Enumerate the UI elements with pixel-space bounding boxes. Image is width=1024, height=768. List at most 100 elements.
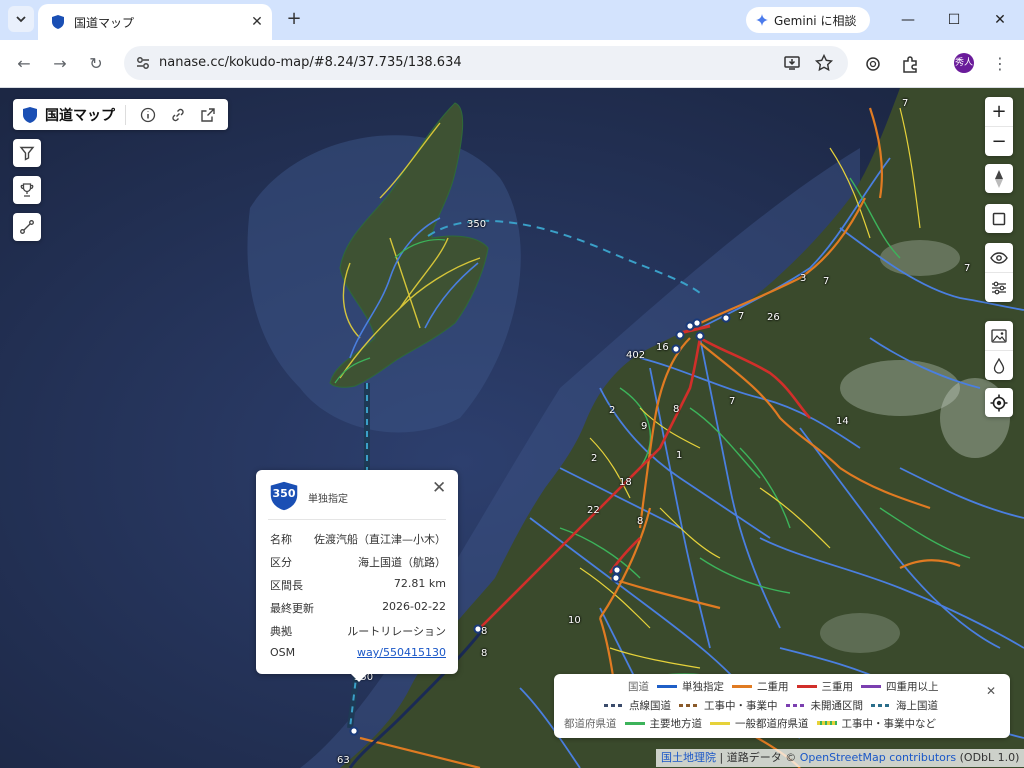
popup-divider bbox=[268, 519, 446, 520]
route-tool-button[interactable] bbox=[13, 213, 41, 241]
legend-label: 主要地方道 bbox=[649, 717, 703, 730]
route-number-label[interactable]: 8 bbox=[481, 648, 487, 659]
view-controls bbox=[985, 243, 1013, 302]
compass-icon bbox=[995, 169, 1003, 188]
zoom-out-button[interactable]: − bbox=[985, 126, 1013, 156]
browser-tab-bar: 国道マップ ✕ + Gemini に相談 — ☐ ✕ bbox=[0, 0, 1024, 40]
active-tab[interactable]: 国道マップ ✕ bbox=[38, 4, 272, 40]
tab-search-button[interactable] bbox=[8, 6, 34, 32]
geolocate-button[interactable] bbox=[985, 388, 1013, 417]
legend-label: 四重用以上 bbox=[886, 680, 939, 693]
zoom-control: + − bbox=[985, 97, 1013, 156]
minimize-icon[interactable]: — bbox=[898, 10, 918, 30]
route-number-label[interactable]: 402 bbox=[626, 350, 645, 361]
route-number-label[interactable]: 18 bbox=[619, 477, 632, 488]
popup-row-category: 区分 海上国道（航路） bbox=[270, 556, 446, 569]
gsi-link[interactable]: 国土地理院 bbox=[661, 751, 716, 764]
bookmark-star-icon[interactable] bbox=[814, 53, 834, 73]
style-controls bbox=[985, 321, 1013, 380]
fullscreen-button[interactable] bbox=[985, 204, 1013, 233]
info-icon[interactable] bbox=[140, 107, 156, 123]
gemini-label: Gemini に相談 bbox=[774, 13, 857, 28]
route-number-label[interactable]: 8 bbox=[481, 626, 487, 637]
legend-label: 海上国道 bbox=[896, 699, 938, 712]
popup-row-updated: 最終更新 2026-02-22 bbox=[270, 600, 446, 615]
legend-swatch bbox=[785, 703, 806, 707]
fullscreen-control bbox=[985, 204, 1013, 233]
route-number-label[interactable]: 26 bbox=[767, 312, 780, 323]
osm-link[interactable]: OpenStreetMap contributors bbox=[800, 751, 956, 764]
popup-row-osm: OSM way/550415130 bbox=[270, 646, 446, 659]
kebab-menu-icon[interactable]: ⋮ bbox=[988, 52, 1012, 76]
site-info-icon[interactable] bbox=[134, 54, 152, 72]
tab-title: 国道マップ bbox=[74, 16, 135, 30]
trophy-icon bbox=[20, 183, 34, 197]
legend-close-icon[interactable]: ✕ bbox=[986, 684, 996, 698]
close-window-icon[interactable]: ✕ bbox=[990, 10, 1010, 30]
legend-item: 三重用 bbox=[796, 679, 853, 694]
legend-swatch bbox=[861, 684, 881, 688]
map-attribution: 国土地理院 | 道路データ © OpenStreetMap contributo… bbox=[656, 749, 1024, 767]
route-number-label[interactable]: 8 bbox=[673, 404, 679, 415]
map-legend: 国道 単独指定 二重用 三重用 四重用以上 点線国道 工事中・事業中 未開通区間 海上国道 … bbox=[554, 674, 1010, 738]
tab-close-icon[interactable]: ✕ bbox=[248, 13, 266, 31]
new-tab-button[interactable]: + bbox=[284, 9, 304, 29]
route-classification: 単独指定 bbox=[308, 494, 348, 505]
address-bar[interactable]: nanase.cc/kokudo-map/#8.24/37.735/138.63… bbox=[124, 46, 848, 80]
color-button[interactable] bbox=[985, 350, 1013, 380]
extensions-puzzle-icon[interactable] bbox=[899, 53, 921, 75]
route-number-label[interactable]: 22 bbox=[587, 505, 600, 516]
filter-button[interactable] bbox=[13, 139, 41, 167]
route-number-label[interactable]: 16 bbox=[656, 342, 669, 353]
back-arrow-icon[interactable]: ← bbox=[12, 52, 36, 76]
route-number-label[interactable]: 63 bbox=[337, 755, 350, 766]
forward-arrow-icon[interactable]: → bbox=[48, 52, 72, 76]
route-number-label[interactable]: 10 bbox=[568, 615, 581, 626]
legend-row-prefectural: 都道府県道 主要地方道 一般都道府県道 工事中・事業中など bbox=[564, 715, 936, 731]
route-number-label[interactable]: 1 bbox=[676, 450, 682, 461]
compass-button[interactable] bbox=[985, 164, 1013, 193]
layer-settings-button[interactable] bbox=[985, 272, 1013, 302]
profile-avatar[interactable]: 秀人 bbox=[954, 53, 974, 73]
route-number-label[interactable]: 8 bbox=[637, 516, 643, 527]
route-number-label[interactable]: 9 bbox=[641, 421, 647, 432]
popup-close-icon[interactable]: ✕ bbox=[432, 478, 446, 498]
openai-extension-icon[interactable] bbox=[862, 53, 884, 75]
external-link-icon[interactable] bbox=[200, 107, 216, 123]
shield-icon bbox=[23, 106, 37, 123]
app-title: 国道マップ bbox=[45, 107, 115, 124]
route-number-label[interactable]: 7 bbox=[729, 396, 735, 407]
legend-label: 一般都道府県道 bbox=[735, 717, 809, 730]
osm-way-link[interactable]: way/550415130 bbox=[357, 646, 446, 659]
legend-category-prefectural: 都道府県道 bbox=[564, 717, 617, 730]
link-icon[interactable] bbox=[170, 107, 186, 123]
legend-swatch bbox=[732, 684, 752, 688]
legend-swatch bbox=[871, 703, 891, 707]
sliders-icon bbox=[992, 281, 1006, 294]
route-number-label[interactable]: 3 bbox=[800, 273, 806, 284]
map-canvas[interactable]: 国道マップ + − 350 7 7 7 3 26 16 402 8 2 9 7 … bbox=[0, 88, 1024, 768]
route-number-label[interactable]: 7 bbox=[964, 263, 970, 274]
gemini-button[interactable]: Gemini に相談 bbox=[746, 7, 870, 33]
route-number-label[interactable]: 350 bbox=[467, 219, 486, 230]
route-number-label[interactable]: 7 bbox=[902, 98, 908, 109]
ranking-button[interactable] bbox=[13, 176, 41, 204]
route-number-label[interactable]: 7 bbox=[823, 276, 829, 287]
legend-swatch bbox=[657, 684, 677, 688]
legend-item: 工事中・事業中 bbox=[679, 698, 778, 713]
route-number-label[interactable]: 7 bbox=[738, 311, 744, 322]
zoom-in-button[interactable]: + bbox=[985, 97, 1013, 126]
legend-label: 点線国道 bbox=[629, 699, 671, 712]
basemap-image-button[interactable] bbox=[985, 321, 1013, 350]
visibility-button[interactable] bbox=[985, 243, 1013, 272]
route-number-label[interactable]: 2 bbox=[591, 453, 597, 464]
route-number-label[interactable]: 2 bbox=[609, 405, 615, 416]
route-number-label[interactable]: 14 bbox=[836, 416, 849, 427]
legend-swatch bbox=[679, 703, 699, 707]
popup-row-length: 区間長 72.81 km bbox=[270, 577, 446, 592]
maximize-icon[interactable]: ☐ bbox=[944, 10, 964, 30]
reload-icon[interactable]: ↻ bbox=[84, 52, 108, 76]
legend-label: 二重用 bbox=[757, 680, 789, 693]
url-text[interactable]: nanase.cc/kokudo-map/#8.24/37.735/138.63… bbox=[159, 55, 462, 70]
install-app-icon[interactable] bbox=[782, 53, 802, 73]
